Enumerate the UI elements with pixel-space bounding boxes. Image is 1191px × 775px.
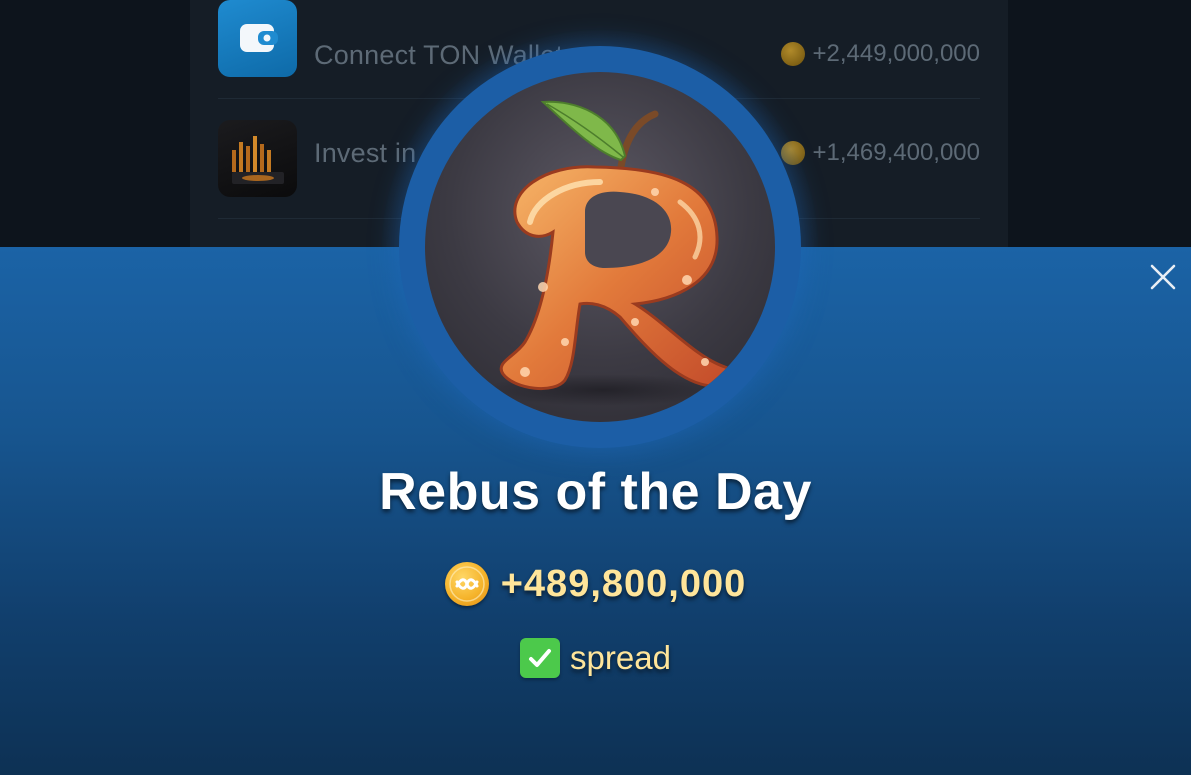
task-reward-value: +2,449,000,000 — [812, 40, 981, 67]
coin-icon — [444, 562, 489, 606]
check-icon — [520, 638, 561, 678]
task-reward: +1,469,400,000 — [780, 139, 981, 167]
reward-row: +489,800,000 — [0, 562, 1191, 606]
task-reward: +2,449,000,000 — [780, 40, 981, 68]
answer-text: spread — [570, 639, 671, 676]
modal-title: Rebus of the Day — [379, 463, 812, 521]
chart-icon — [218, 120, 297, 197]
answer-row: spread — [0, 638, 1191, 678]
apple-r-icon — [425, 72, 775, 422]
coin-icon — [780, 42, 805, 66]
screen: Connect TON Wallet +2,449,000,000 Invest… — [0, 0, 1191, 775]
reward-value: +489,800,000 — [500, 562, 747, 605]
task-reward-value: +1,469,400,000 — [812, 139, 981, 166]
close-icon[interactable] — [1149, 263, 1177, 291]
wallet-icon — [218, 0, 297, 77]
